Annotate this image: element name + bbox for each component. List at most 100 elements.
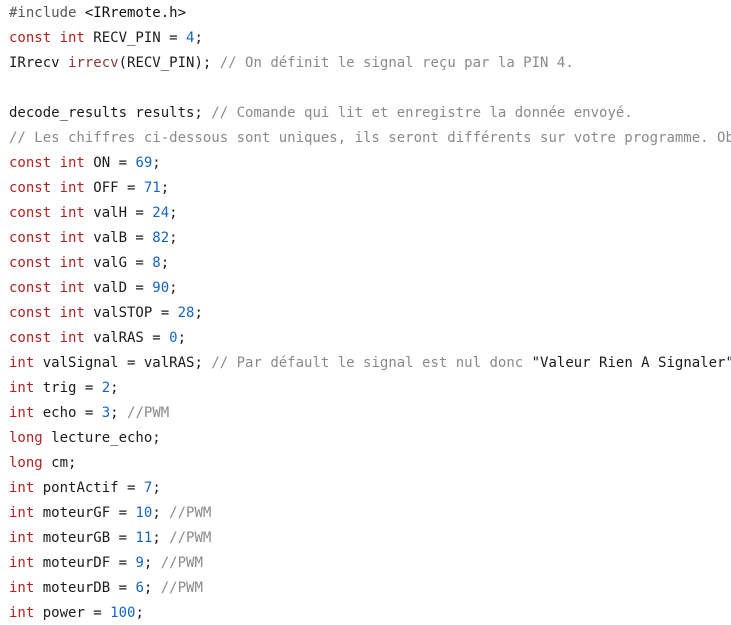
- code-token: int: [9, 505, 35, 521]
- code-token: irrecv: [68, 55, 119, 71]
- code-token: long: [9, 430, 43, 446]
- code-editor: #include <IRremote.h> const int RECV_PIN …: [0, 0, 731, 625]
- code-line: const int ON = 69;: [9, 151, 161, 176]
- code-line: const int valD = 90;: [9, 276, 178, 301]
- code-line: const int valRAS = 0;: [9, 326, 186, 351]
- code-token: 24: [152, 205, 170, 221]
- code-token: 71: [143, 180, 161, 196]
- code-line: #include <IRremote.h>: [9, 1, 186, 26]
- code-token: 2: [101, 380, 111, 396]
- code-token: ;: [143, 555, 161, 571]
- code-token: valSTOP =: [84, 305, 178, 321]
- code-token: decode_results results;: [9, 105, 212, 121]
- code-token: int: [9, 605, 35, 621]
- code-token: ;: [152, 505, 170, 521]
- code-token: ;: [169, 205, 178, 221]
- code-token: //PWM: [160, 555, 203, 571]
- code-token: ;: [169, 280, 178, 296]
- code-token: moteurGF =: [34, 505, 136, 521]
- code-line: int valSignal = valRAS; // Par défault l…: [9, 351, 731, 376]
- code-token: const int: [9, 305, 85, 321]
- code-token: ;: [152, 530, 170, 546]
- code-line: int echo = 3; //PWM: [9, 401, 169, 426]
- code-token: <IRremote.h>: [84, 5, 187, 21]
- code-token: ;: [152, 480, 161, 496]
- code-token: valH =: [84, 205, 153, 221]
- code-token: int: [9, 480, 35, 496]
- code-token: // Comande qui lit et enregistre la donn…: [211, 105, 633, 121]
- code-line: long cm;: [9, 451, 76, 476]
- code-token: ;: [135, 605, 144, 621]
- code-token: trig =: [34, 380, 102, 396]
- code-line: int moteurDB = 6; //PWM: [9, 576, 203, 601]
- code-token: // Par défault le signal est nul donc: [211, 355, 532, 371]
- code-line: const int valB = 82;: [9, 226, 178, 251]
- code-line: // Les chiffres ci-dessous sont uniques,…: [9, 126, 731, 151]
- code-token: moteurGB =: [34, 530, 136, 546]
- code-token: valB =: [84, 230, 153, 246]
- code-token: 10: [135, 505, 153, 521]
- code-token: 90: [152, 280, 170, 296]
- code-token: const int: [9, 280, 85, 296]
- code-token: const int: [9, 330, 85, 346]
- code-token: int: [9, 555, 35, 571]
- code-token: int: [9, 405, 35, 421]
- code-token: int: [9, 380, 35, 396]
- code-token: 9: [135, 555, 144, 571]
- code-token: moteurDF =: [34, 555, 136, 571]
- code-token: int: [9, 580, 35, 596]
- code-token: 100: [110, 605, 136, 621]
- code-token: 82: [152, 230, 170, 246]
- code-token: long: [9, 455, 43, 471]
- code-token: valG =: [84, 255, 153, 271]
- code-token: ;: [169, 230, 178, 246]
- code-token: ;: [194, 30, 203, 46]
- code-token: ;: [110, 380, 119, 396]
- code-line: const int RECV_PIN = 4;: [9, 26, 203, 51]
- code-line: const int valH = 24;: [9, 201, 178, 226]
- code-token: 0: [169, 330, 178, 346]
- code-token: 3: [101, 405, 111, 421]
- code-token: const int: [9, 255, 85, 271]
- code-token: //PWM: [169, 505, 212, 521]
- code-token: valD =: [84, 280, 153, 296]
- code-line: int pontActif = 7;: [9, 476, 161, 501]
- code-token: pontActif =: [34, 480, 144, 496]
- code-token: IRrecv: [9, 55, 69, 71]
- code-token: 69: [135, 155, 153, 171]
- code-token: const int: [9, 180, 85, 196]
- code-token: lecture_echo;: [42, 430, 161, 446]
- code-token: ;: [110, 405, 128, 421]
- code-token: const int: [9, 155, 85, 171]
- code-token: ;: [152, 155, 161, 171]
- code-line: int power = 100;: [9, 601, 144, 625]
- code-token: ;: [177, 330, 187, 346]
- code-token: valSignal = valRAS;: [34, 355, 212, 371]
- code-token: //PWM: [160, 580, 203, 596]
- code-token: const int: [9, 230, 85, 246]
- code-token: moteurDB =: [34, 580, 136, 596]
- code-token: cm;: [42, 455, 77, 471]
- code-token: const int: [9, 30, 85, 46]
- code-token: (RECV_PIN);: [118, 55, 220, 71]
- code-line: int trig = 2;: [9, 376, 119, 401]
- code-token: //PWM: [169, 530, 212, 546]
- code-token: ON =: [84, 155, 136, 171]
- code-line: long lecture_echo;: [9, 426, 161, 451]
- code-token: OFF =: [84, 180, 144, 196]
- code-token: power =: [34, 605, 111, 621]
- code-token: ;: [194, 305, 203, 321]
- code-token: "Valeur Rien A Signaler".: [531, 355, 731, 371]
- code-token: int: [9, 530, 35, 546]
- code-token: RECV_PIN =: [84, 30, 187, 46]
- code-token: 6: [135, 580, 144, 596]
- code-line: int moteurDF = 9; //PWM: [9, 551, 203, 576]
- code-token: #include: [9, 5, 85, 21]
- code-token: int: [9, 355, 35, 371]
- code-token: const int: [9, 205, 85, 221]
- code-line: const int valSTOP = 28;: [9, 301, 203, 326]
- code-token: 11: [135, 530, 153, 546]
- code-line: int moteurGF = 10; //PWM: [9, 501, 211, 526]
- code-token: //PWM: [127, 405, 170, 421]
- code-line: const int valG = 8;: [9, 251, 169, 276]
